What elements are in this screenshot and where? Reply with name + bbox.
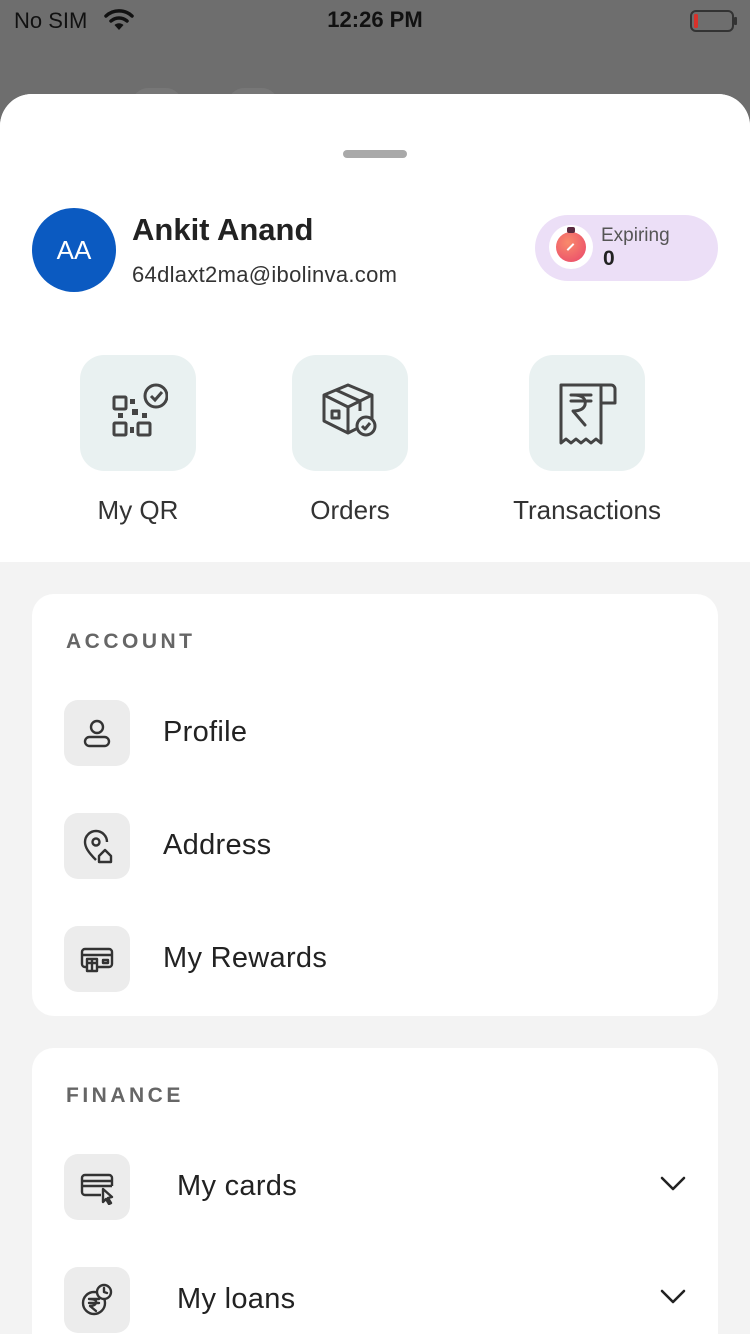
status-bar: No SIM 12:26 PM [0,0,750,40]
expiring-value: 0 [603,247,615,270]
quick-action-transactions[interactable]: Transactions [487,355,687,526]
package-box-icon [322,383,377,437]
rupee-receipt-icon [559,383,617,445]
orders-tile[interactable] [292,355,408,471]
menu-item-label: My loans [177,1283,296,1315]
location-home-icon [64,813,130,879]
clock: 12:26 PM [327,7,423,32]
gift-card-icon [64,926,130,992]
avatar[interactable]: AA [32,208,116,292]
qr-code-icon [112,383,168,437]
sheet-drag-handle[interactable] [343,150,407,158]
quick-action-orders[interactable]: Orders [250,355,450,526]
rupee-clock-icon [64,1267,130,1333]
chevron-down-icon[interactable] [660,1176,686,1192]
card-pointer-icon [64,1154,130,1220]
user-email: 64dlaxt2ma@ibolinva.com [132,262,398,287]
expiring-points-pill[interactable]: Expiring 0 [535,215,718,281]
quick-action-label: My QR [97,495,179,525]
menu-item-label: Profile [163,716,248,748]
profile-header: AA Ankit Anand 64dlaxt2ma@ibolinva.com E… [0,94,750,562]
menu-item-label: Address [163,829,272,861]
menu-item-address[interactable]: Address [64,813,694,879]
menu-item-my-rewards[interactable]: My Rewards [64,926,694,992]
menu-item-my-loans[interactable]: My loans [64,1267,694,1333]
user-name: Ankit Anand [132,212,314,247]
menu-item-my-cards[interactable]: My cards [64,1154,694,1220]
menu-item-label: My Rewards [163,942,328,974]
menu-item-label: My cards [177,1170,298,1202]
transactions-tile[interactable] [529,355,645,471]
finance-section: FINANCE My cards My loans [32,1048,718,1334]
quick-action-label: Transactions [513,495,661,525]
quick-action-label: Orders [310,495,390,525]
quick-action-my-qr[interactable]: My QR [38,355,238,526]
menu-sheet: AA Ankit Anand 64dlaxt2ma@ibolinva.com E… [0,94,750,1334]
user-icon [64,700,130,766]
coin-timer-icon [549,225,593,269]
expiring-label: Expiring [601,225,670,246]
battery-icon [690,10,737,32]
account-section: ACCOUNT Profile Address My Rewards [32,594,718,1016]
menu-item-profile[interactable]: Profile [64,700,694,766]
section-title-finance: FINANCE [66,1084,184,1107]
chevron-down-icon[interactable] [660,1289,686,1305]
section-title-account: ACCOUNT [66,630,196,653]
qr-tile[interactable] [80,355,196,471]
